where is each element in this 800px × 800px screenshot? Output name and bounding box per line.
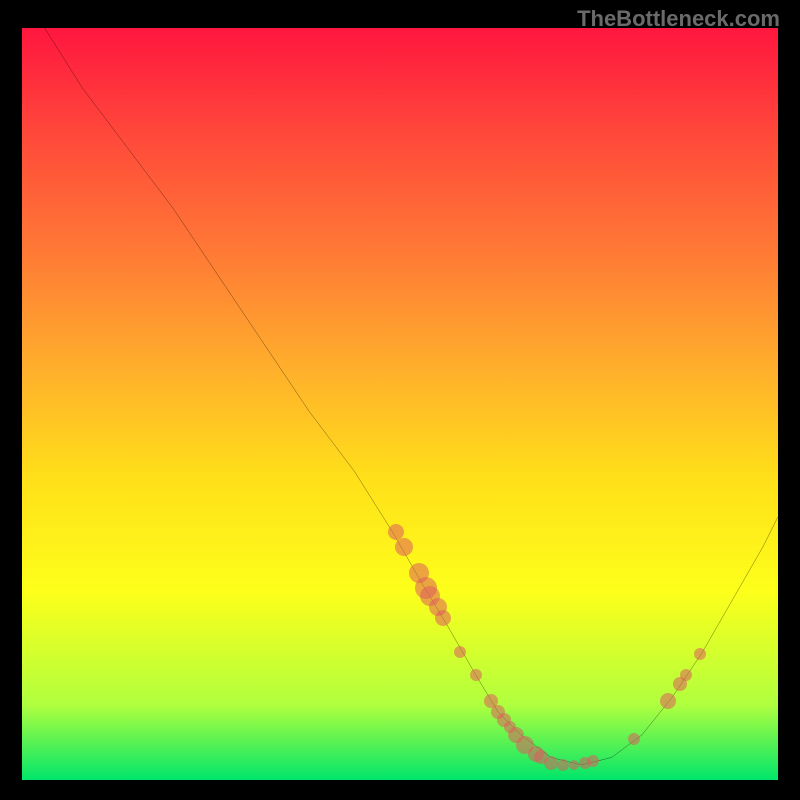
data-marker — [454, 646, 466, 658]
data-marker — [470, 669, 482, 681]
watermark-text: TheBottleneck.com — [577, 6, 780, 32]
curve-line — [22, 28, 778, 780]
data-marker — [694, 648, 706, 660]
data-marker — [557, 759, 569, 771]
data-marker — [435, 610, 451, 626]
data-marker — [680, 669, 692, 681]
data-marker — [569, 760, 579, 770]
data-marker — [395, 538, 413, 556]
data-marker — [587, 755, 599, 767]
data-marker — [660, 693, 676, 709]
data-marker — [628, 733, 640, 745]
chart-plot-area — [22, 28, 778, 780]
